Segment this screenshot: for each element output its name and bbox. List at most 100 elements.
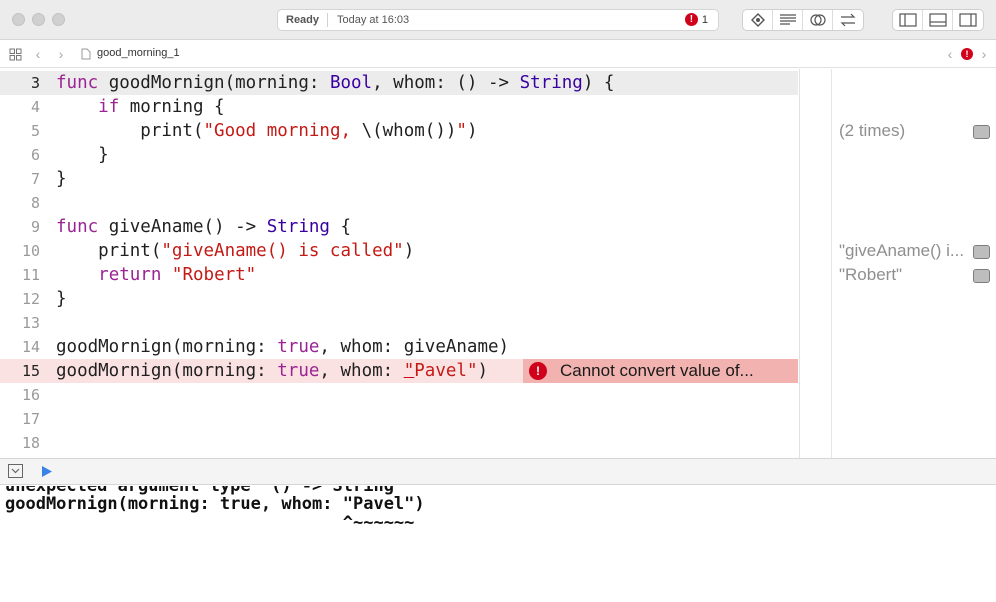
close-window-button[interactable] xyxy=(12,13,25,26)
code-line[interactable]: 11 return "Robert" xyxy=(0,263,798,287)
code-token: Bool xyxy=(329,73,373,93)
code-text[interactable]: print("Good morning, \(whom())") xyxy=(56,121,477,141)
code-token: func xyxy=(56,217,109,237)
issue-error-icon[interactable]: ! xyxy=(959,46,975,62)
code-text[interactable]: } xyxy=(56,289,67,309)
code-token: String xyxy=(266,217,330,237)
activity-status-box: Ready Today at 16:03 ! 1 xyxy=(277,9,719,31)
result-value: "Robert" xyxy=(839,265,903,284)
code-line[interactable]: 13 xyxy=(0,311,798,335)
standard-editor-button[interactable] xyxy=(773,10,803,30)
code-text[interactable]: return "Robert" xyxy=(56,265,256,285)
status-separator xyxy=(327,13,328,27)
status-error-indicator[interactable]: ! 1 xyxy=(684,13,708,26)
code-text[interactable]: print("giveAname() is called") xyxy=(56,241,414,261)
code-line[interactable]: 12} xyxy=(0,287,798,311)
code-line[interactable]: 5 print("Good morning, \(whom())") xyxy=(0,119,798,143)
quick-look-button[interactable] xyxy=(973,125,990,139)
code-token: "Robert" xyxy=(171,265,257,285)
code-line[interactable]: 17 xyxy=(0,407,798,431)
console-line: ^~~~~~~ xyxy=(5,513,415,533)
code-line[interactable]: 9 func giveAname() -> String { xyxy=(0,215,798,239)
code-text[interactable]: func goodMornign(morning: Bool, whom: ()… xyxy=(56,73,614,93)
code-token: goodMornign(morning: xyxy=(108,73,330,93)
line-number: 11 xyxy=(21,266,40,284)
toggle-inspector-button[interactable] xyxy=(953,10,983,30)
version-editor-button[interactable] xyxy=(833,10,863,30)
results-divider xyxy=(831,69,832,458)
related-items-icon[interactable] xyxy=(7,46,23,62)
previous-issue-chevron-icon[interactable]: ‹ xyxy=(944,46,956,62)
source-editor[interactable]: 3 func goodMornign(morning: Bool, whom: (… xyxy=(0,69,798,458)
console-output: unexpected argument type '() -> String' … xyxy=(0,486,996,602)
line-number: 3 xyxy=(30,74,40,92)
swap-arrows-icon xyxy=(840,13,856,27)
line-number: 13 xyxy=(21,314,40,332)
code-line[interactable]: 15 goodMornign(morning: true, whom: "Pave… xyxy=(0,359,798,383)
run-playground-icon[interactable] xyxy=(41,465,53,483)
code-token: giveAname() -> xyxy=(108,217,267,237)
zoom-window-button[interactable] xyxy=(52,13,65,26)
code-line[interactable]: 18 xyxy=(0,431,798,455)
code-line[interactable]: 10 print("giveAname() is called") xyxy=(0,239,798,263)
minimize-window-button[interactable] xyxy=(32,13,45,26)
overlapping-circles-icon xyxy=(809,14,826,26)
inline-error-banner[interactable]: ! Cannot convert value of... xyxy=(523,359,798,383)
assistant-editor-button[interactable] xyxy=(803,10,833,30)
code-token: morning { xyxy=(119,97,225,117)
code-text[interactable]: goodMornign(morning: true, whom: giveAna… xyxy=(56,337,509,357)
line-number: 15 xyxy=(21,362,40,380)
toggle-navigator-button[interactable] xyxy=(893,10,923,30)
forward-chevron-icon[interactable]: › xyxy=(55,46,67,62)
code-text[interactable]: func giveAname() -> String { xyxy=(56,217,351,237)
code-token: , whom: () -> xyxy=(372,73,520,93)
code-token: func xyxy=(56,73,109,93)
code-line[interactable]: 8 xyxy=(0,191,798,215)
right-panel-icon xyxy=(959,13,977,27)
line-number: 6 xyxy=(30,146,40,164)
error-icon: ! xyxy=(529,362,547,380)
breadcrumb-filename[interactable]: good_morning_1 xyxy=(97,47,180,59)
code-token: ) xyxy=(466,121,478,141)
status-ready-label: Ready xyxy=(286,14,320,26)
hide-debug-area-icon[interactable] xyxy=(8,464,23,483)
code-token: print( xyxy=(56,241,162,261)
line-number: 7 xyxy=(30,170,40,188)
toggle-debug-area-button[interactable] xyxy=(923,10,953,30)
code-token: ) xyxy=(477,361,489,381)
code-token: return xyxy=(98,265,162,285)
line-number: 10 xyxy=(21,242,40,260)
quick-look-button[interactable] xyxy=(973,269,990,283)
back-chevron-icon[interactable]: ‹ xyxy=(32,46,44,62)
code-text[interactable]: goodMornign(morning: true, whom: "Pavel"… xyxy=(56,361,488,381)
line-number: 9 xyxy=(30,218,40,236)
swift-file-icon xyxy=(80,46,92,62)
code-text[interactable]: if morning { xyxy=(56,97,225,117)
code-text[interactable]: } xyxy=(56,169,67,189)
code-token: " xyxy=(403,361,415,381)
result-value: (2 times) xyxy=(839,121,906,140)
line-number: 4 xyxy=(30,98,40,116)
status-time-label: Today at 16:03 xyxy=(337,14,410,26)
code-line[interactable]: 6 } xyxy=(0,143,798,167)
code-token: } xyxy=(56,169,67,189)
code-token: ) { xyxy=(582,73,615,93)
code-line[interactable]: 14 goodMornign(morning: true, whom: giveA… xyxy=(0,335,798,359)
breakpoints-button[interactable] xyxy=(743,10,773,30)
error-icon: ! xyxy=(684,13,698,26)
code-token: goodMornign(morning: xyxy=(56,337,278,357)
code-token: true xyxy=(277,361,320,381)
code-line[interactable]: 4 if morning { xyxy=(0,95,798,119)
code-line[interactable]: 3 func goodMornign(morning: Bool, whom: (… xyxy=(0,71,798,95)
quick-look-button[interactable] xyxy=(973,245,990,259)
panel-toggle-group xyxy=(892,9,984,31)
code-text[interactable]: } xyxy=(56,145,109,165)
code-token: String xyxy=(519,73,583,93)
next-issue-chevron-icon[interactable]: › xyxy=(978,46,990,62)
code-line[interactable]: 7} xyxy=(0,167,798,191)
code-line[interactable]: 16 xyxy=(0,383,798,407)
line-number: 14 xyxy=(21,338,40,356)
code-token: { xyxy=(329,217,352,237)
